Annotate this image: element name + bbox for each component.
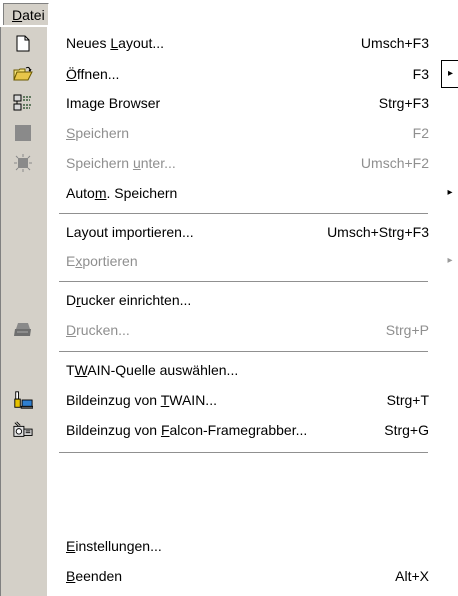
menu-item-label: Speichern <box>66 125 130 141</box>
menu-item-shortcut: Umsch+F3 <box>360 35 429 51</box>
menu-item-shortcut: Strg+G <box>384 422 429 438</box>
menu-item-shortcut: Strg+F3 <box>378 95 429 111</box>
menu-item-label: TWAIN-Quelle auswählen... <box>66 362 239 378</box>
menu-item-neues-layout[interactable]: Neues Layout... Umsch+F3 <box>1 29 458 57</box>
menu-item-label: Bildeinzug von TWAIN... <box>66 392 217 408</box>
printer-icon <box>13 321 33 339</box>
menu-item-label: Neues Layout... <box>66 35 165 51</box>
menu-item-label: Bildeinzug von Falcon-Framegrabber... <box>66 422 308 438</box>
menubar: Datei <box>0 0 458 28</box>
menu-item-label: Beenden <box>66 568 123 584</box>
menu-datei-after: atei <box>22 7 45 23</box>
menu-item-label: Einstellungen... <box>66 538 162 554</box>
menu-item-twain-quelle[interactable]: TWAIN-Quelle auswählen... <box>1 356 458 384</box>
menu-separator <box>59 452 428 454</box>
menu-item-beenden[interactable]: Beenden Alt+X <box>1 562 458 590</box>
menu-separator <box>59 213 428 215</box>
menu-item-oeffnen[interactable]: Öffnen... F3 ▸ <box>1 60 458 88</box>
image-browser-icon <box>13 94 33 112</box>
open-folder-icon <box>13 65 33 83</box>
menu-separator <box>59 351 428 353</box>
menu-item-label: Autom. Speichern <box>66 185 178 201</box>
menu-datei[interactable]: Datei <box>3 3 49 25</box>
menu-item-shortcut: Umsch+F2 <box>360 155 429 171</box>
save-as-icon <box>13 154 33 172</box>
menu-item-shortcut: Umsch+Strg+F3 <box>327 224 429 240</box>
scanner-camera-icon <box>13 391 33 409</box>
menu-item-label: Image Browser <box>66 95 161 111</box>
menu-item-image-browser[interactable]: Image Browser Strg+F3 <box>1 89 458 117</box>
submenu-arrow-icon: ▸ <box>447 255 453 266</box>
menu-item-speichern[interactable]: Speichern F2 <box>1 119 458 147</box>
new-document-icon <box>13 34 33 52</box>
menu-item-label: Öffnen... <box>66 66 120 82</box>
menu-item-label: Drucken... <box>66 322 130 338</box>
save-icon <box>13 124 33 142</box>
menu-item-label: Speichern unter... <box>66 155 176 171</box>
menu-item-bildeinzug-falcon[interactable]: Bildeinzug von Falcon-Framegrabber... St… <box>1 416 458 444</box>
menu-item-speichern-unter[interactable]: Speichern unter... Umsch+F2 <box>1 149 458 177</box>
framegrabber-icon <box>13 421 33 439</box>
menu-item-label: Layout importieren... <box>66 224 194 240</box>
menu-datei-mnemonic: D <box>12 7 23 23</box>
submenu-arrow-icon: ▸ <box>447 187 453 198</box>
menu-item-shortcut: Strg+T <box>386 392 429 408</box>
menu-item-label: Exportieren <box>66 253 138 269</box>
menu-item-drucken[interactable]: Drucken... Strg+P <box>1 316 458 344</box>
menu-separator <box>59 281 428 283</box>
menu-item-bildeinzug-twain[interactable]: Bildeinzug von TWAIN... Strg+T <box>1 386 458 414</box>
submenu-arrow-icon[interactable]: ▸ <box>441 60 458 88</box>
menu-item-exportieren[interactable]: Exportieren ▸ <box>1 247 458 275</box>
menu-item-shortcut: F2 <box>412 125 429 141</box>
file-dropdown-menu: Neues Layout... Umsch+F3 Öffnen... F3 ▸ … <box>0 27 458 596</box>
menu-item-shortcut: Alt+X <box>395 568 429 584</box>
menu-item-shortcut: Strg+P <box>385 322 429 338</box>
menu-item-drucker-einrichten[interactable]: Drucker einrichten... <box>1 286 458 314</box>
menu-item-layout-importieren[interactable]: Layout importieren... Umsch+Strg+F3 <box>1 218 458 246</box>
menu-item-label: Drucker einrichten... <box>66 292 192 308</box>
menu-item-shortcut: F3 <box>412 66 429 82</box>
menu-item-einstellungen[interactable]: Einstellungen... <box>1 532 458 560</box>
menu-item-auto-speichern[interactable]: Autom. Speichern ▸ <box>1 179 458 207</box>
